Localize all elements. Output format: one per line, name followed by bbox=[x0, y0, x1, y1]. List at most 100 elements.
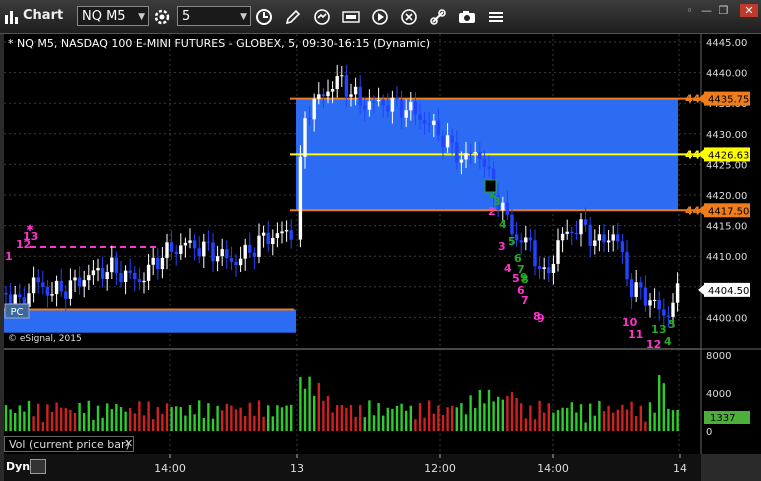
volume-bar bbox=[290, 404, 293, 431]
td-count: 11 bbox=[628, 328, 643, 341]
volume-bar bbox=[506, 395, 509, 431]
candle bbox=[133, 272, 137, 280]
candle bbox=[652, 299, 657, 301]
volume-tick-label: 8000 bbox=[706, 351, 731, 362]
volume-bar bbox=[115, 403, 118, 431]
minimize-icon[interactable]: — bbox=[699, 4, 714, 17]
volume-bar bbox=[455, 407, 458, 431]
candle bbox=[556, 240, 560, 264]
volume-bar bbox=[41, 422, 44, 431]
td-count: 1 bbox=[5, 250, 13, 263]
pin-icon[interactable]: ◦ bbox=[682, 4, 697, 17]
volume-bar bbox=[612, 412, 615, 431]
price-level-prefix: 44 bbox=[685, 148, 701, 161]
volume-bar bbox=[441, 415, 445, 431]
candle bbox=[248, 244, 252, 253]
volume-bar bbox=[4, 405, 8, 431]
volume-bar bbox=[225, 403, 228, 431]
volume-bar bbox=[382, 415, 385, 431]
zoom-icon[interactable] bbox=[30, 459, 46, 474]
title-bar: Chart NQ M5 ▼ 5 ▼ ◦ — ❐ ✕ bbox=[0, 0, 761, 34]
td-count: 5 bbox=[508, 235, 516, 248]
volume-bar bbox=[60, 407, 63, 431]
candle bbox=[593, 240, 597, 246]
volume-bar bbox=[662, 383, 665, 431]
volume-bar bbox=[179, 407, 182, 431]
volume-bar bbox=[363, 417, 366, 431]
candle bbox=[87, 275, 91, 281]
volume-bar bbox=[515, 398, 518, 431]
volume-bar bbox=[165, 403, 169, 431]
close-icon[interactable]: ✕ bbox=[740, 4, 758, 17]
price-tick-label: 4440.00 bbox=[706, 69, 747, 80]
candle bbox=[303, 118, 307, 157]
cancel-icon[interactable] bbox=[399, 7, 419, 27]
volume-bar bbox=[92, 419, 95, 431]
candle bbox=[105, 272, 109, 280]
candle bbox=[547, 267, 551, 273]
volume-bar bbox=[87, 400, 90, 431]
candle bbox=[229, 258, 234, 262]
time-label: 13 bbox=[290, 462, 304, 475]
volume-bar bbox=[635, 416, 638, 431]
camera-icon[interactable] bbox=[457, 7, 477, 27]
pencil-icon[interactable] bbox=[283, 7, 303, 27]
volume-bar bbox=[78, 402, 81, 431]
play-icon[interactable] bbox=[370, 7, 390, 27]
candle bbox=[625, 252, 629, 280]
price-tick-label: 4415.00 bbox=[706, 222, 747, 233]
dollar-chart-icon[interactable] bbox=[341, 7, 361, 27]
candle bbox=[482, 159, 487, 167]
candle bbox=[238, 258, 243, 266]
chevron-down-icon[interactable]: ▼ bbox=[240, 7, 247, 27]
candle bbox=[648, 300, 652, 306]
volume-bar bbox=[625, 409, 629, 431]
menu-icon[interactable] bbox=[486, 7, 506, 27]
candle bbox=[340, 75, 344, 77]
volume-bar bbox=[336, 405, 339, 431]
candle bbox=[395, 97, 399, 100]
candle bbox=[404, 110, 408, 118]
candle bbox=[156, 257, 160, 270]
candle bbox=[597, 234, 602, 241]
candle bbox=[59, 280, 63, 292]
volume-bar bbox=[584, 422, 587, 431]
candle bbox=[257, 235, 261, 257]
candle bbox=[657, 299, 661, 310]
close-icon[interactable]: ✕ bbox=[124, 437, 133, 450]
volume-bar bbox=[593, 415, 596, 431]
volume-bar bbox=[271, 416, 274, 431]
candle bbox=[128, 270, 132, 273]
volume-study-label[interactable]: Vol (current price bar) bbox=[4, 436, 134, 452]
volume-bar bbox=[446, 407, 449, 431]
price-chart[interactable]: 112131234567891011121234567891345✱PC4445… bbox=[0, 34, 761, 481]
volume-bar bbox=[529, 405, 532, 431]
interval-combo[interactable]: 5 ▼ bbox=[177, 6, 251, 26]
clock-icon[interactable] bbox=[254, 7, 274, 27]
volume-bar bbox=[464, 414, 468, 431]
symbol-combo[interactable]: NQ M5 ▼ bbox=[77, 6, 149, 26]
volume-bar bbox=[377, 402, 380, 431]
candle bbox=[487, 166, 491, 169]
candle bbox=[349, 94, 353, 97]
volume-bar bbox=[96, 405, 100, 431]
candle bbox=[64, 291, 68, 299]
candle bbox=[211, 242, 215, 262]
candle bbox=[533, 240, 537, 267]
candle bbox=[436, 120, 441, 136]
price-tick-label: 4410.00 bbox=[706, 252, 747, 263]
candle bbox=[326, 91, 330, 97]
price-level-value: 4426.63 bbox=[708, 150, 749, 161]
candle bbox=[372, 101, 376, 103]
candle bbox=[123, 270, 128, 283]
chevron-down-icon[interactable]: ▼ bbox=[138, 7, 145, 27]
dyn-label[interactable]: Dyn bbox=[6, 460, 30, 473]
settings-icon[interactable] bbox=[152, 7, 172, 27]
restore-icon[interactable]: ❐ bbox=[716, 4, 731, 17]
volume-bar bbox=[451, 405, 454, 431]
volume-bar bbox=[133, 413, 136, 431]
refresh-icon[interactable] bbox=[312, 7, 332, 27]
volume-bar bbox=[501, 399, 504, 431]
volume-bar bbox=[234, 409, 238, 431]
link-icon[interactable] bbox=[428, 7, 448, 27]
